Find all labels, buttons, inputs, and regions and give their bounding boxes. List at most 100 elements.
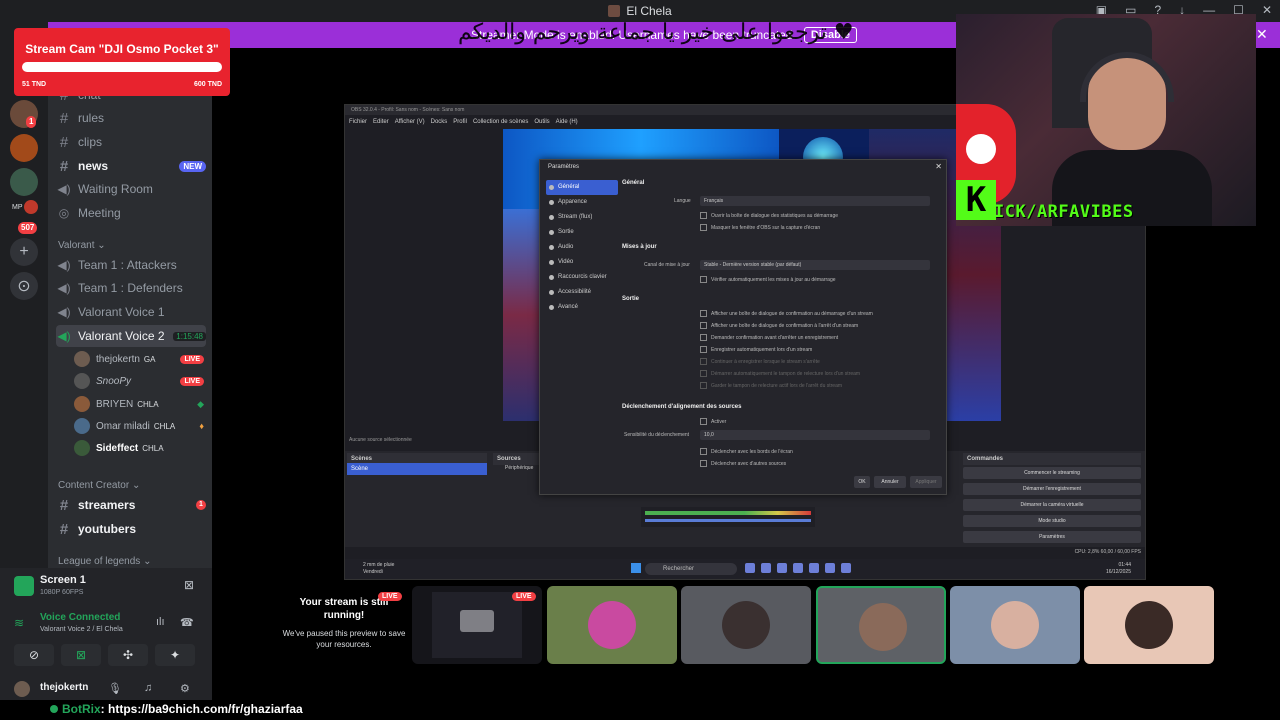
server-icon[interactable] (10, 168, 38, 196)
ok-button[interactable]: OK (854, 476, 870, 488)
apply-button[interactable]: Appliquer (910, 476, 942, 488)
obs-menu-item[interactable]: Collection de scènes (473, 119, 528, 125)
screen-share-row[interactable]: Screen 1 1080P 60FPS ⊠ (10, 572, 202, 602)
discover-icon[interactable]: ⊙ (10, 272, 38, 300)
nav-general[interactable]: Général (546, 180, 618, 195)
nav-stream[interactable]: Stream (flux) (546, 210, 618, 225)
channel-waiting-room[interactable]: ◀) Waiting Room (56, 178, 206, 200)
studio-mode-button[interactable]: Mode studio (963, 515, 1141, 527)
taskbar-app-icon[interactable] (761, 563, 771, 573)
checkbox-output[interactable]: Continuer à enregistrer lorsque le strea… (700, 358, 820, 365)
audio-mixer[interactable] (641, 507, 815, 527)
channel-valorant-voice-1[interactable]: ◀) Valorant Voice 1 (56, 301, 206, 323)
nav-appearance[interactable]: Apparence (546, 195, 618, 210)
voice-user[interactable]: Sideffect CHLA (74, 438, 204, 458)
checkbox-snap-sources[interactable]: Déclencher avec d'autres sources (700, 460, 786, 467)
obs-menu-item[interactable]: Fichier (349, 119, 367, 125)
checkbox-output[interactable]: Garder le tampon de relecture actif lors… (700, 382, 842, 389)
snap-sensitivity-input[interactable]: 10,0 (700, 430, 930, 440)
nav-output[interactable]: Sortie (546, 225, 618, 240)
checkbox-output[interactable]: Afficher une boîte de dialogue de confir… (700, 322, 858, 329)
language-select[interactable]: Français (700, 196, 930, 206)
taskbar-app-icon[interactable] (793, 563, 803, 573)
nav-video[interactable]: Vidéo (546, 255, 618, 270)
channel-valorant-voice-2[interactable]: ◀) Valorant Voice 2 1:15:48 (56, 325, 206, 347)
channel-streamers[interactable]: # streamers 1 (56, 494, 206, 516)
disconnect-icon[interactable]: ☎ (180, 616, 194, 629)
voice-user[interactable]: SnooPy LIVE (74, 371, 204, 391)
checkbox-output[interactable]: Demander confirmation avant d'arrêter un… (700, 334, 838, 341)
taskbar-app-icon[interactable] (841, 563, 851, 573)
obs-menu-item[interactable]: Editer (373, 119, 389, 125)
signal-icon[interactable]: ≋ (14, 616, 24, 630)
settings-button[interactable]: Paramètres (963, 531, 1141, 543)
category-valorant[interactable]: Valorant ⌄ (58, 240, 106, 251)
obs-menu-item[interactable]: Docks (431, 119, 448, 125)
taskbar-app-icon[interactable] (809, 563, 819, 573)
channel-news[interactable]: # news NEW (56, 155, 206, 177)
close-icon[interactable]: ✕ (935, 162, 942, 171)
checkbox-snap-enable[interactable]: Activer (700, 418, 726, 425)
avatar[interactable] (14, 681, 30, 697)
nav-advanced[interactable]: Avancé (546, 300, 618, 315)
voice-user[interactable]: BRIYEN CHLA ◆ (74, 394, 204, 414)
source-item[interactable]: Périphérique (505, 465, 533, 471)
username[interactable]: thejokertn (40, 682, 88, 693)
checkbox-output[interactable]: Enregistrer automatiquement lors d'un st… (700, 346, 812, 353)
close-window-icon[interactable]: ✕ (1262, 3, 1272, 17)
category-league-of-legends[interactable]: League of legends ⌄ (58, 556, 151, 567)
update-channel-select[interactable]: Stable - Dernière version stable (par dé… (700, 260, 930, 270)
microphone-icon[interactable]: 🎙 (108, 682, 122, 695)
checkbox-hide-capture[interactable]: Masquer les fenêtre d'OBS sur la capture… (700, 224, 820, 231)
channel-team1-attackers[interactable]: ◀) Team 1 : Attackers (56, 254, 206, 276)
nav-accessibility[interactable]: Accessibilité (546, 285, 618, 300)
gear-icon[interactable]: ⚙ (180, 682, 190, 695)
noise-suppression-icon[interactable]: ılı (156, 616, 165, 628)
participant-tile[interactable] (681, 586, 811, 664)
obs-menu-item[interactable]: Profil (453, 119, 467, 125)
volume-slider[interactable] (645, 519, 811, 522)
weather-widget[interactable]: 2 mm de pluie Vendredi (363, 562, 394, 576)
soundboard-button[interactable]: ✦ (155, 644, 195, 666)
taskbar-app-icon[interactable] (825, 563, 835, 573)
checkbox-stats[interactable]: Ouvrir la boîte de dialogue des statisti… (700, 212, 838, 219)
obs-menu-item[interactable]: Aide (H) (556, 119, 578, 125)
obs-menu-item[interactable]: Outils (534, 119, 549, 125)
channel-youtubers[interactable]: # youtubers (56, 518, 206, 540)
participant-tile-speaking[interactable] (816, 586, 946, 664)
checkbox-auto-update[interactable]: Vérifier automatiquement les mises à jou… (700, 276, 836, 283)
participant-tile[interactable] (547, 586, 677, 664)
checkbox-snap-edges[interactable]: Déclencher avec les bords de l'écran (700, 448, 793, 455)
checkbox-output[interactable]: Démarrer automatiquement le tampon de re… (700, 370, 860, 377)
channel-clips[interactable]: # clips (56, 131, 206, 153)
taskbar-app-icon[interactable] (777, 563, 787, 573)
participant-tile[interactable] (1084, 586, 1214, 664)
voice-channel-path[interactable]: Valorant Voice 2 / El Chela (40, 626, 123, 633)
start-streaming-button[interactable]: Commencer le streaming (963, 467, 1141, 479)
voice-user[interactable]: Omar miladi CHLA ♦ (74, 416, 204, 436)
nav-hotkeys[interactable]: Raccourcis clavier (546, 270, 618, 285)
taskbar-clock[interactable]: 01:44 16/12/2025 (1106, 562, 1131, 576)
start-recording-button[interactable]: Démarrer l'enregistrement (963, 483, 1141, 495)
channel-meeting[interactable]: ◎ Meeting (56, 202, 206, 224)
checkbox-output[interactable]: Afficher une boîte de dialogue de confir… (700, 310, 873, 317)
cancel-button[interactable]: Annuler (874, 476, 906, 488)
taskbar-search[interactable]: Rechercher (645, 563, 737, 575)
add-server-icon[interactable]: + (10, 238, 38, 266)
start-virtual-camera-button[interactable]: Démarrer la caméra virtuelle (963, 499, 1141, 511)
channel-rules[interactable]: # rules (56, 107, 206, 129)
category-content-creator[interactable]: Content Creator ⌄ (58, 480, 140, 491)
camera-off-button[interactable]: ⊘ (14, 644, 54, 666)
windows-start-icon[interactable] (631, 563, 641, 573)
server-icon[interactable] (10, 134, 38, 162)
close-icon[interactable]: ✕ (1256, 26, 1268, 43)
voice-user[interactable]: thejokertn GA LIVE (74, 349, 204, 369)
obs-menu-item[interactable]: Afficher (V) (395, 119, 425, 125)
activities-button[interactable]: ✣ (108, 644, 148, 666)
server-icon[interactable] (24, 200, 38, 214)
headphones-icon[interactable]: ♫ (144, 682, 152, 694)
scene-item[interactable]: Scène (347, 463, 487, 475)
nav-audio[interactable]: Audio (546, 240, 618, 255)
stop-share-icon[interactable]: ⊠ (184, 578, 194, 592)
participant-tile[interactable] (950, 586, 1080, 664)
